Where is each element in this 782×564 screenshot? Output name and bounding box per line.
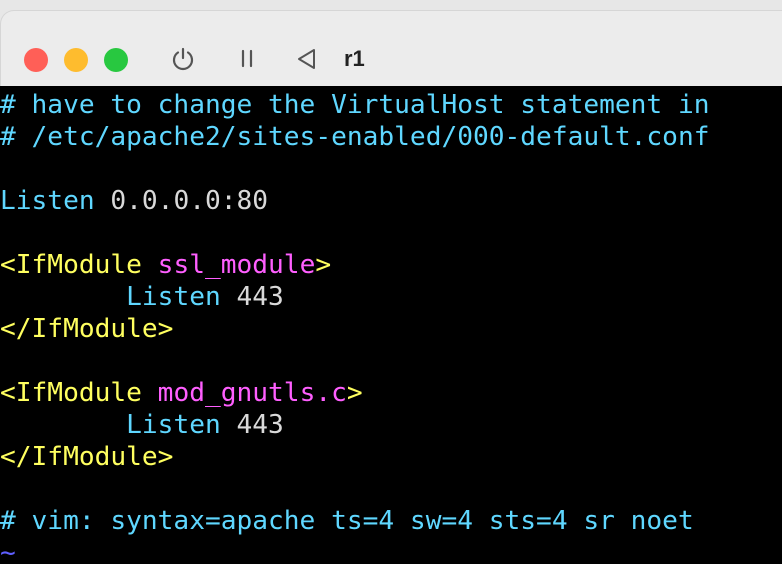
vm-name: r1 xyxy=(344,46,365,71)
directive-value: 443 xyxy=(220,410,284,440)
terminal-line: <IfModule ssl_module> xyxy=(0,249,782,281)
title-bar: r1 xyxy=(0,0,782,87)
terminal-line: # /etc/apache2/sites-enabled/000-default… xyxy=(0,121,782,153)
config-comment: # /etc/apache2/sites-enabled/000-default… xyxy=(0,122,710,152)
directive-keyword: Listen xyxy=(0,186,95,216)
empty-line-marker: ~ xyxy=(0,538,16,564)
terminal-line: Listen 443 xyxy=(0,409,782,441)
terminal-view[interactable]: # have to change the VirtualHost stateme… xyxy=(0,86,782,564)
title-bar-inner: r1 xyxy=(0,10,782,87)
back-icon[interactable] xyxy=(292,44,322,74)
module-tag-close: > xyxy=(315,250,332,280)
terminal-line: # have to change the VirtualHost stateme… xyxy=(0,89,782,121)
pause-icon[interactable] xyxy=(232,44,262,74)
vm-window: r1 # have to change the VirtualHost stat… xyxy=(0,0,782,564)
module-name: mod_gnutls.c xyxy=(157,378,347,408)
directive-keyword: Listen xyxy=(126,410,221,440)
minimize-window-button[interactable] xyxy=(64,48,88,72)
directive-value: 443 xyxy=(220,282,284,312)
module-tag: <IfModule xyxy=(0,378,158,408)
module-tag: <IfModule xyxy=(0,250,158,280)
zoom-window-button[interactable] xyxy=(104,48,128,72)
module-tag: </IfModule> xyxy=(0,442,174,472)
module-name: ssl_module xyxy=(157,250,316,280)
directive-keyword: Listen xyxy=(126,282,221,312)
config-comment: # vim: syntax=apache ts=4 sw=4 sts=4 sr … xyxy=(0,506,694,536)
close-window-button[interactable] xyxy=(24,48,48,72)
directive-value: 0.0.0.0:80 xyxy=(94,186,269,216)
power-icon[interactable] xyxy=(168,44,198,74)
terminal-line: <IfModule mod_gnutls.c> xyxy=(0,377,782,409)
module-tag-close: > xyxy=(346,378,363,408)
terminal-line: Listen 443 xyxy=(0,281,782,313)
terminal-line: # vim: syntax=apache ts=4 sw=4 sts=4 sr … xyxy=(0,505,782,537)
terminal-line: Listen 0.0.0.0:80 xyxy=(0,185,782,217)
terminal-line: </IfModule> xyxy=(0,313,782,345)
config-comment: # have to change the VirtualHost stateme… xyxy=(0,90,710,120)
terminal-line: ~ xyxy=(0,537,782,564)
terminal-line: </IfModule> xyxy=(0,441,782,473)
module-tag: </IfModule> xyxy=(0,314,174,344)
